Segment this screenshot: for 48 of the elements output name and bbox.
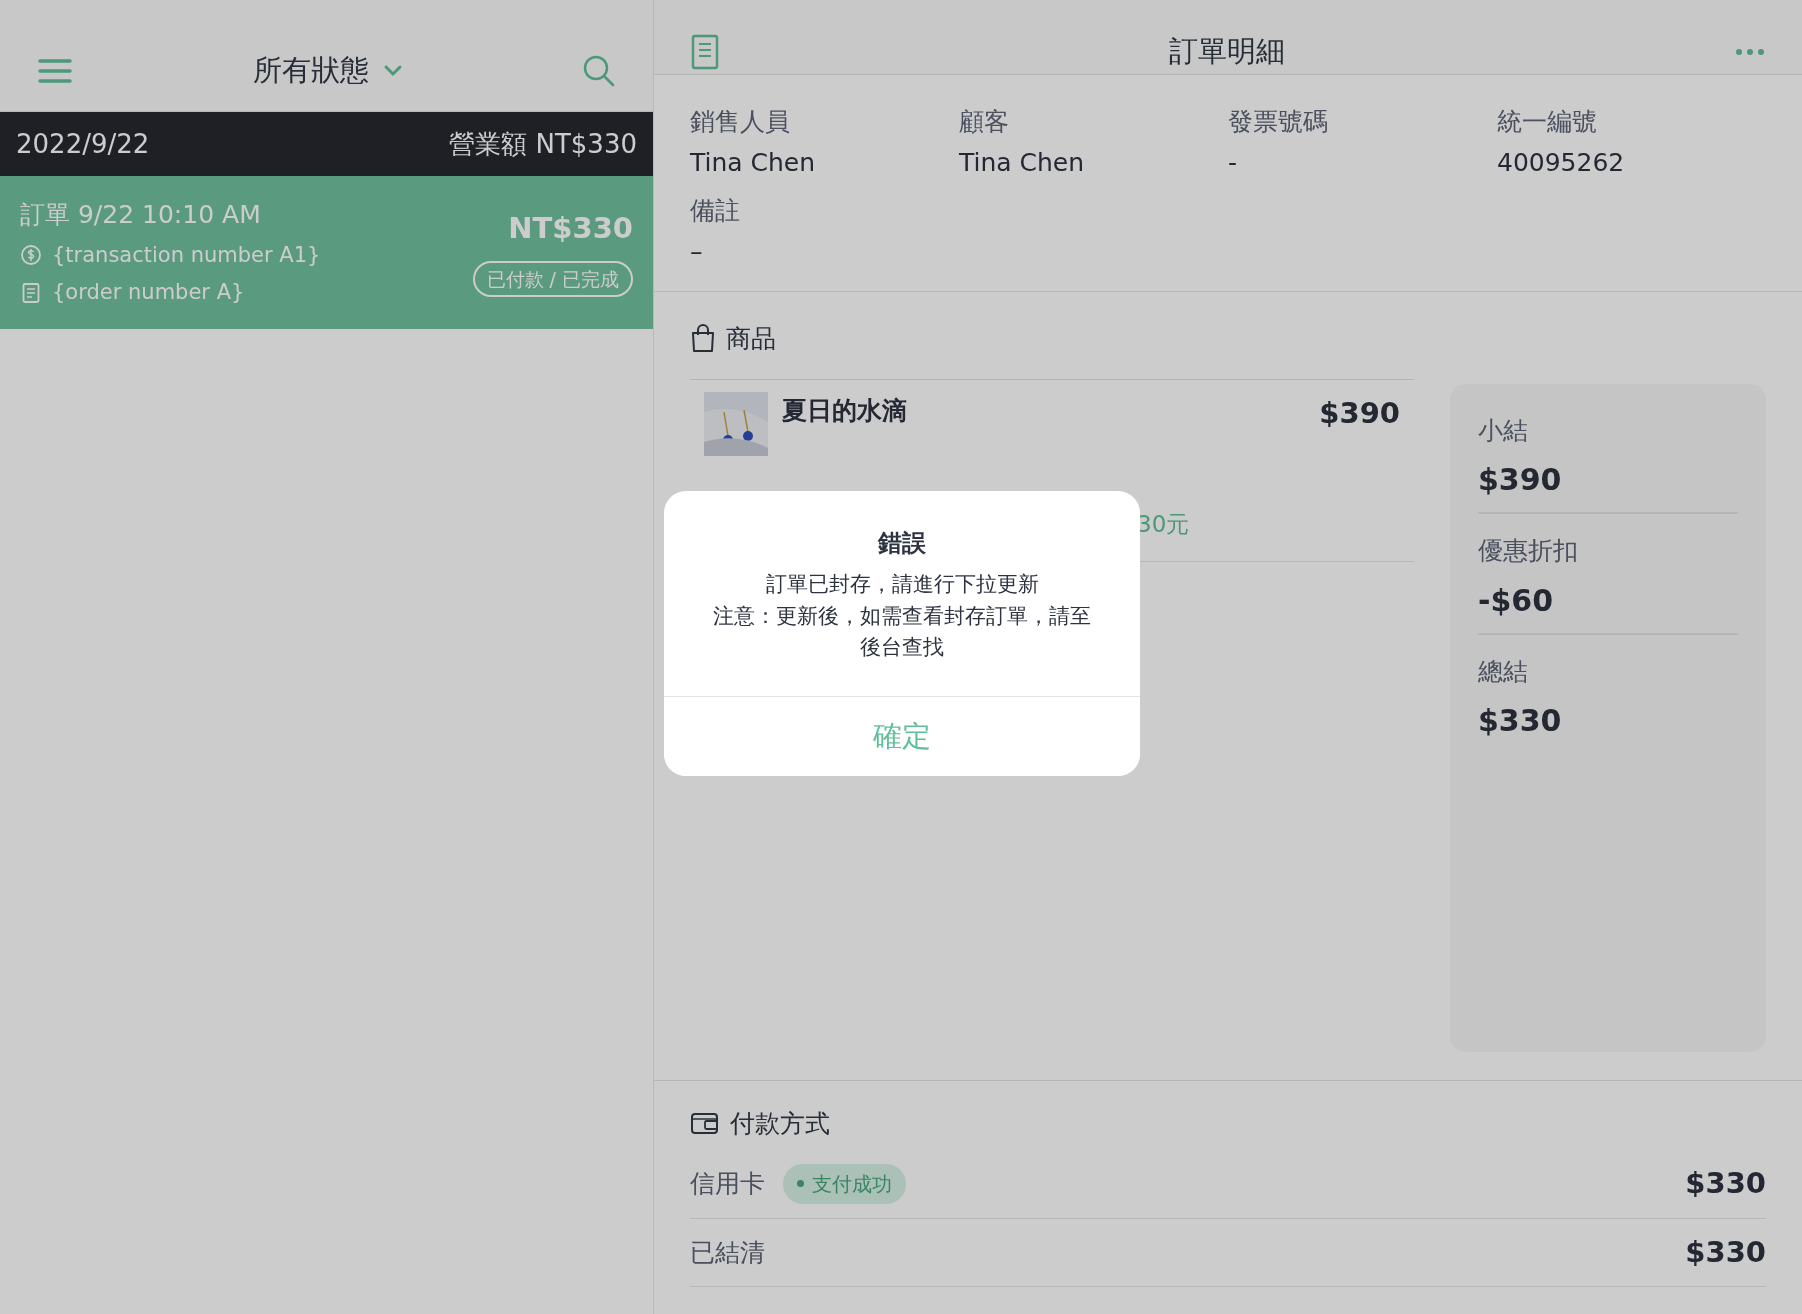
status-filter-dropdown[interactable]: 所有狀態 <box>246 47 409 94</box>
field-label: 銷售人員 <box>690 105 791 138</box>
field-value: - <box>1228 147 1239 179</box>
product-name: 夏日的水滴 <box>782 395 907 427</box>
receipt-icon <box>690 33 720 70</box>
field-value: – <box>690 236 704 268</box>
dollar-circle-icon <box>20 244 42 267</box>
more-icon <box>1735 47 1765 58</box>
field-label: 發票號碼 <box>1228 105 1329 138</box>
confirm-button[interactable]: 確定 <box>664 695 1140 776</box>
field-label: 顧客 <box>959 105 1010 138</box>
wallet-icon <box>690 1110 720 1137</box>
receipt-icon <box>20 281 42 304</box>
order-number: {order number A} <box>52 279 245 306</box>
revenue-label: 營業額 NT$330 <box>449 127 637 161</box>
discount-note: 30元 <box>1137 509 1190 539</box>
field-value: 40095262 <box>1497 147 1626 179</box>
transaction-number: {transaction number A1} <box>52 241 321 269</box>
bag-icon <box>690 323 716 354</box>
status-tag: 已付款 / 已完成 <box>472 260 633 298</box>
order-list-item[interactable]: 訂單 9/22 10:10 AM {transaction number A1} {order number A} NT$330 已付款 / 已完成 <box>0 176 653 329</box>
payment-label: 信用卡 <box>690 1168 765 1200</box>
summary-label: 優惠折扣 <box>1478 535 1579 567</box>
summary-value: $390 <box>1478 461 1563 499</box>
payment-amount: $330 <box>1685 1233 1766 1271</box>
summary-value: -$60 <box>1478 581 1555 620</box>
dialog-title: 錯誤 <box>877 528 927 559</box>
product-price: $390 <box>1319 395 1400 432</box>
order-amount: NT$330 <box>508 210 633 248</box>
dialog-message: 訂單已封存，請進行下拉更新 <box>764 571 1040 598</box>
field-label: 統一編號 <box>1497 105 1598 138</box>
section-heading: 商品 <box>726 322 776 355</box>
field-value: Tina Chen <box>959 147 1086 179</box>
chevron-down-icon <box>382 63 403 78</box>
section-heading: 付款方式 <box>730 1107 830 1140</box>
status-tag: 支付成功 <box>783 1163 906 1204</box>
field-label: 備註 <box>690 194 741 227</box>
page-title: 訂單明細 <box>1169 33 1285 70</box>
search-icon <box>582 53 616 88</box>
order-title: 訂單 9/22 10:10 AM <box>20 199 262 231</box>
field-value: Tina Chen <box>690 147 817 179</box>
date-label: 2022/9/22 <box>16 127 150 161</box>
payment-amount: $330 <box>1685 1165 1766 1202</box>
summary-label: 總結 <box>1478 655 1529 688</box>
payment-label: 已結清 <box>690 1236 765 1269</box>
summary-value: $330 <box>1478 702 1563 740</box>
summary-label: 小結 <box>1478 414 1529 447</box>
dialog-message: 注意：更新後，如需查看封存訂單，請至後台查找 <box>712 602 1092 661</box>
